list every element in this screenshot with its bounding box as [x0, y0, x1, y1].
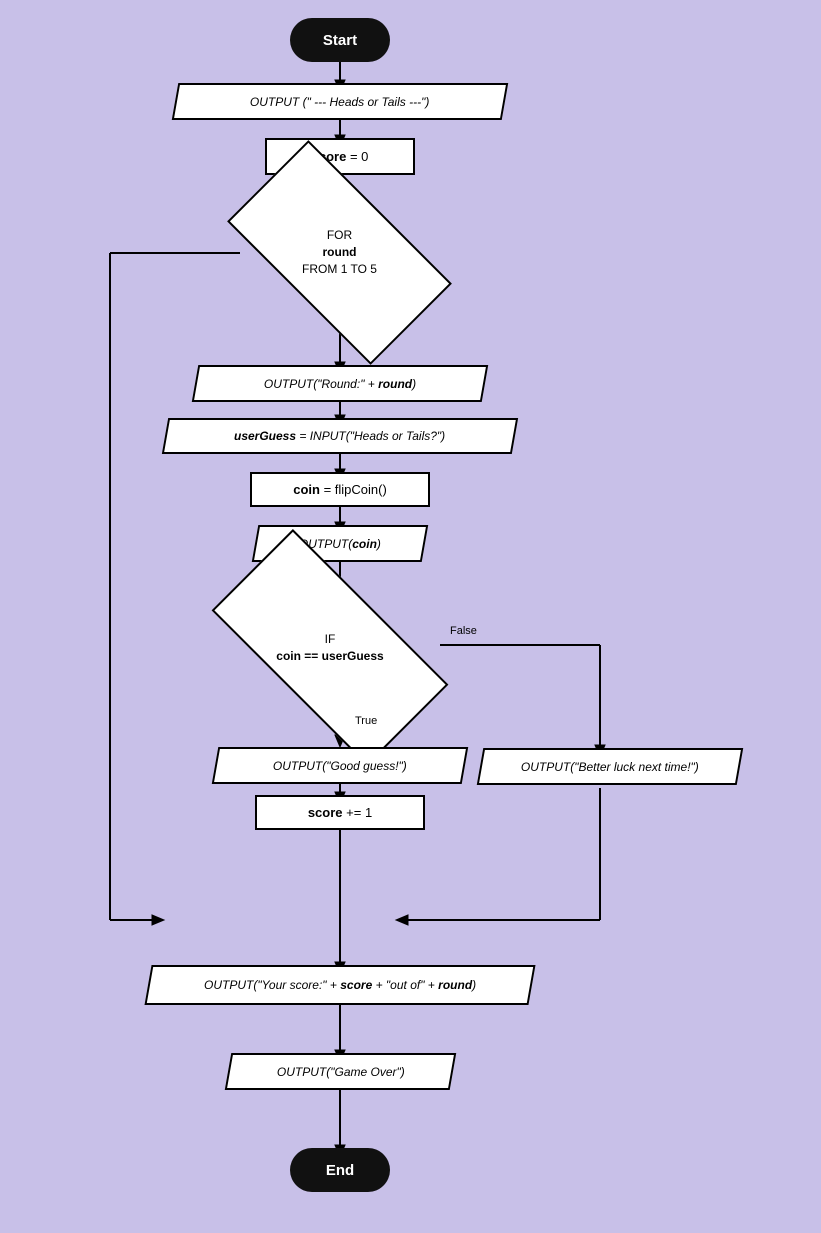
if-diamond: IFcoin == userGuess [220, 590, 440, 705]
output7-io: OUTPUT("Game Over") [225, 1053, 457, 1090]
end-terminal: End [290, 1148, 390, 1192]
output1-io: OUTPUT (" --- Heads or Tails ---") [172, 83, 509, 120]
for-loop-diamond: FORroundFROM 1 TO 5 [238, 195, 441, 310]
output4-io: OUTPUT("Good guess!") [212, 747, 469, 784]
output6-io: OUTPUT("Your score:" + score + "out of" … [144, 965, 535, 1005]
flowchart: Start OUTPUT (" --- Heads or Tails ---")… [0, 0, 821, 1233]
true-label: True [355, 715, 377, 727]
false-label: False [450, 625, 477, 637]
start-terminal: Start [290, 18, 390, 62]
output2-io: OUTPUT("Round:" + round) [192, 365, 489, 402]
score-increment-process: score += 1 [255, 795, 425, 830]
output5-io: OUTPUT("Better luck next time!") [477, 748, 744, 785]
flipcoin-process: coin = flipCoin() [250, 472, 430, 507]
input1-io: userGuess = INPUT("Heads or Tails?") [162, 418, 518, 454]
